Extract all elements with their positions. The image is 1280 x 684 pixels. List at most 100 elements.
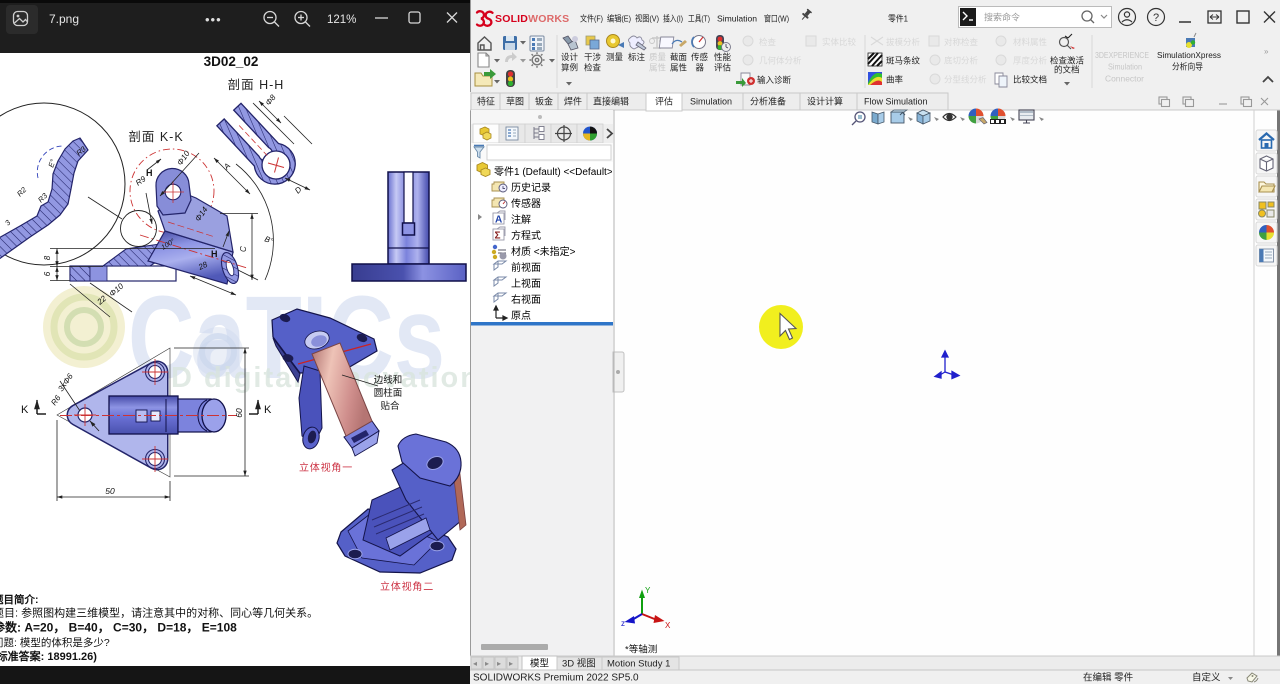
svg-text:检查: 检查 [584, 63, 602, 73]
svg-text:»: » [1264, 47, 1269, 56]
svg-text:的文档: 的文档 [1054, 65, 1080, 75]
svg-text:前视面: 前视面 [511, 261, 541, 274]
svg-text:在编辑 零件: 在编辑 零件 [1083, 672, 1134, 684]
svg-text:传感: 传感 [691, 52, 709, 62]
svg-text:贴合: 贴合 [380, 400, 400, 412]
svg-text:属性: 属性 [649, 63, 667, 73]
svg-text:性能: 性能 [714, 52, 732, 62]
svg-text:传感器: 传感器 [511, 197, 541, 210]
svg-text:工具(T): 工具(T) [688, 14, 710, 24]
svg-text:参数: A=20， B=40， C=30， D=18， E=: 参数: A=20， B=40， C=30， D=18， E=108 [0, 620, 237, 635]
svg-text:底切分析: 底切分析 [944, 56, 979, 66]
svg-text:评估: 评估 [655, 96, 673, 107]
svg-text:分析准备: 分析准备 [750, 96, 786, 107]
svg-text:对称检查: 对称检查 [944, 37, 979, 47]
svg-text:边线和: 边线和 [374, 374, 403, 386]
svg-text:Simulation: Simulation [1108, 62, 1142, 72]
svg-text:K: K [264, 404, 272, 416]
svg-text:121%: 121% [327, 14, 356, 26]
svg-text:模型: 模型 [530, 658, 550, 670]
svg-text:Simulation: Simulation [690, 97, 732, 107]
svg-text:特征: 特征 [477, 96, 495, 107]
svg-text:60: 60 [234, 408, 244, 418]
svg-text:设计: 设计 [561, 52, 579, 62]
svg-text:插入(I): 插入(I) [663, 14, 683, 24]
svg-text:草图: 草图 [506, 96, 524, 107]
svg-text:立体视角一: 立体视角一 [299, 461, 353, 474]
svg-text:材料属性: 材料属性 [1013, 37, 1048, 47]
svg-text:文件(F): 文件(F) [580, 14, 603, 24]
svg-text:问题: 模型的体积是多少?: 问题: 模型的体积是多少? [0, 636, 110, 649]
svg-text:右视面: 右视面 [511, 293, 541, 306]
svg-text:3D 视图: 3D 视图 [562, 658, 596, 670]
svg-text:◂: ◂ [473, 659, 477, 668]
svg-text:K: K [21, 404, 29, 416]
svg-text:剖面 H-H: 剖面 H-H [228, 78, 285, 92]
svg-text:6: 6 [43, 271, 52, 276]
svg-text:Σ: Σ [495, 231, 501, 242]
svg-text:零件1 (Default) <<Default>_}: 零件1 (Default) <<Default>_} [494, 166, 622, 178]
svg-text:标注: 标注 [628, 52, 646, 62]
svg-text:Y: Y [645, 586, 651, 595]
svg-text:器: 器 [696, 63, 705, 73]
svg-text:算例: 算例 [561, 63, 578, 73]
svg-text:斑马条纹: 斑马条纹 [886, 56, 921, 66]
svg-text:•••: ••• [205, 12, 222, 27]
svg-text:零件1: 零件1 [888, 14, 908, 24]
svg-text:7.png: 7.png [49, 12, 79, 26]
svg-text:*等轴测: *等轴测 [625, 644, 657, 656]
svg-text:截面: 截面 [670, 52, 688, 62]
svg-text:Simulation: Simulation [717, 14, 757, 24]
svg-text:SimulationXpress: SimulationXpress [1157, 50, 1221, 60]
svg-text:输入诊断: 输入诊断 [757, 75, 792, 85]
svg-text:测量: 测量 [606, 52, 624, 62]
svg-text:方程式: 方程式 [511, 229, 541, 242]
svg-text:钣金: 钣金 [535, 96, 553, 107]
svg-text:实体比较: 实体比较 [822, 37, 857, 47]
svg-text:H: H [146, 168, 153, 178]
svg-text:?: ? [1153, 12, 1159, 24]
svg-text:SOLIDWORKS: SOLIDWORKS [495, 13, 569, 25]
svg-text:属性: 属性 [670, 63, 688, 73]
svg-text:材质 <未指定>: 材质 <未指定> [511, 245, 576, 258]
svg-text:分析向导: 分析向导 [1172, 62, 1203, 72]
svg-text:50: 50 [105, 486, 115, 496]
svg-text:搜索命令: 搜索命令 [984, 12, 1020, 23]
svg-text:H: H [211, 249, 218, 259]
svg-text:SOLIDWORKS Premium 2022 SP5.0: SOLIDWORKS Premium 2022 SP5.0 [473, 673, 639, 684]
svg-text:直接编辑: 直接编辑 [593, 96, 629, 107]
svg-text:(标准答案: 18991.26): (标准答案: 18991.26) [0, 649, 97, 663]
svg-text:z: z [621, 619, 625, 628]
svg-text:C: C [239, 246, 248, 252]
svg-text:自定义: 自定义 [1192, 672, 1221, 684]
svg-text:干涉: 干涉 [584, 52, 602, 62]
svg-text:注解: 注解 [511, 213, 531, 226]
svg-text:厚度分析: 厚度分析 [1013, 56, 1048, 66]
svg-text:上视面: 上视面 [511, 277, 541, 290]
svg-text:▸: ▸ [509, 659, 513, 668]
svg-text:历史记录: 历史记录 [511, 182, 551, 194]
svg-text:分型线分析: 分型线分析 [944, 75, 987, 85]
svg-text:3D02_02: 3D02_02 [204, 54, 259, 69]
svg-text:A: A [495, 215, 502, 226]
svg-text:Motion Study 1: Motion Study 1 [607, 659, 670, 670]
svg-text:几何体分析: 几何体分析 [759, 56, 802, 66]
svg-text:原点: 原点 [511, 310, 531, 322]
svg-text:比较文档: 比较文档 [1013, 75, 1047, 85]
svg-text:设计计算: 设计计算 [807, 96, 843, 107]
svg-text:质量: 质量 [649, 52, 667, 62]
svg-text:立体视角二: 立体视角二 [380, 580, 434, 593]
svg-text:剖面 K-K: 剖面 K-K [128, 130, 183, 144]
svg-text:检查: 检查 [759, 37, 777, 47]
svg-text:X: X [665, 621, 671, 630]
svg-text:拔模分析: 拔模分析 [886, 37, 921, 47]
svg-text:Flow Simulation: Flow Simulation [864, 97, 928, 107]
svg-text:Connector: Connector [1105, 74, 1144, 84]
svg-text:题目简介:: 题目简介: [0, 593, 39, 606]
svg-text:窗口(W): 窗口(W) [764, 14, 789, 24]
svg-text:视图(V): 视图(V) [635, 14, 659, 24]
svg-text:圆柱面: 圆柱面 [374, 387, 403, 399]
svg-text:8: 8 [43, 255, 52, 260]
svg-text:▸: ▸ [497, 659, 501, 668]
svg-text:曲率: 曲率 [886, 75, 904, 85]
